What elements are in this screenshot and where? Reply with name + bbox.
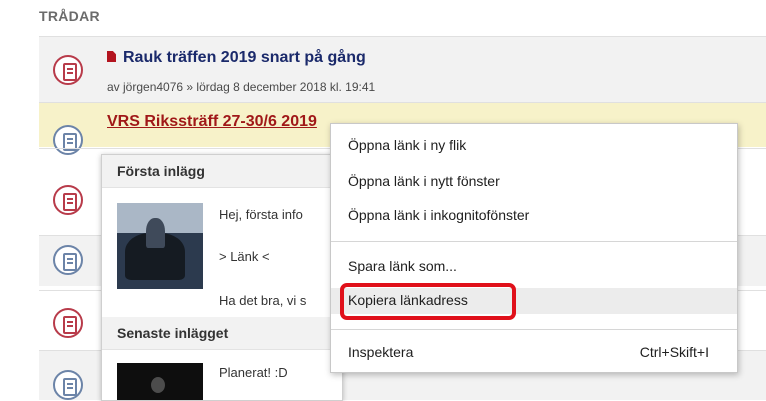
context-menu: Öppna länk i ny flik Öppna länk i nytt f…	[330, 123, 738, 373]
inspect-shortcut: Ctrl+Skift+I	[639, 344, 709, 360]
preview-latest-post-header: Senaste inlägget	[102, 317, 342, 350]
menu-separator	[331, 329, 737, 330]
latest-post-line: Planerat! :D	[219, 365, 288, 380]
topic-icon	[53, 245, 83, 275]
menu-item-copy-link-address[interactable]: Kopiera länkadress	[331, 288, 737, 314]
first-post-line: Hej, första info	[219, 207, 303, 222]
topic-icon	[53, 55, 83, 85]
topic-icon	[53, 308, 83, 338]
menu-item-open-new-tab[interactable]: Öppna länk i ny flik	[331, 133, 737, 159]
first-post-line: > Länk <	[219, 249, 270, 264]
menu-item-open-incognito[interactable]: Öppna länk i inkognitofönster	[331, 203, 737, 229]
topic-icon	[53, 185, 83, 215]
thread-byline: av jörgen4076 » lördag 8 december 2018 k…	[107, 80, 376, 94]
thread-title-text: Rauk träffen 2019 snart på gång	[123, 49, 366, 66]
menu-separator	[331, 241, 737, 242]
preview-first-post-header: Första inlägg	[102, 155, 342, 188]
thread-title-link[interactable]: VRS Rikssträff 27-30/6 2019	[107, 113, 317, 131]
topic-icon	[53, 370, 83, 400]
menu-item-save-link-as[interactable]: Spara länk som...	[331, 254, 737, 280]
section-title: TRÅDAR	[39, 8, 100, 24]
hot-topic-icon	[107, 51, 116, 62]
thread-title-link[interactable]: Rauk träffen 2019 snart på gång	[107, 49, 366, 67]
latest-post-avatar	[117, 363, 203, 400]
topic-preview-popup: Första inlägg Hej, första info > Länk < …	[101, 154, 343, 401]
menu-item-open-new-window[interactable]: Öppna länk i nytt fönster	[331, 169, 737, 195]
first-post-avatar	[117, 203, 203, 289]
first-post-line: Ha det bra, vi s	[219, 293, 307, 308]
menu-item-inspect[interactable]: Inspektera Ctrl+Skift+I	[331, 340, 737, 366]
